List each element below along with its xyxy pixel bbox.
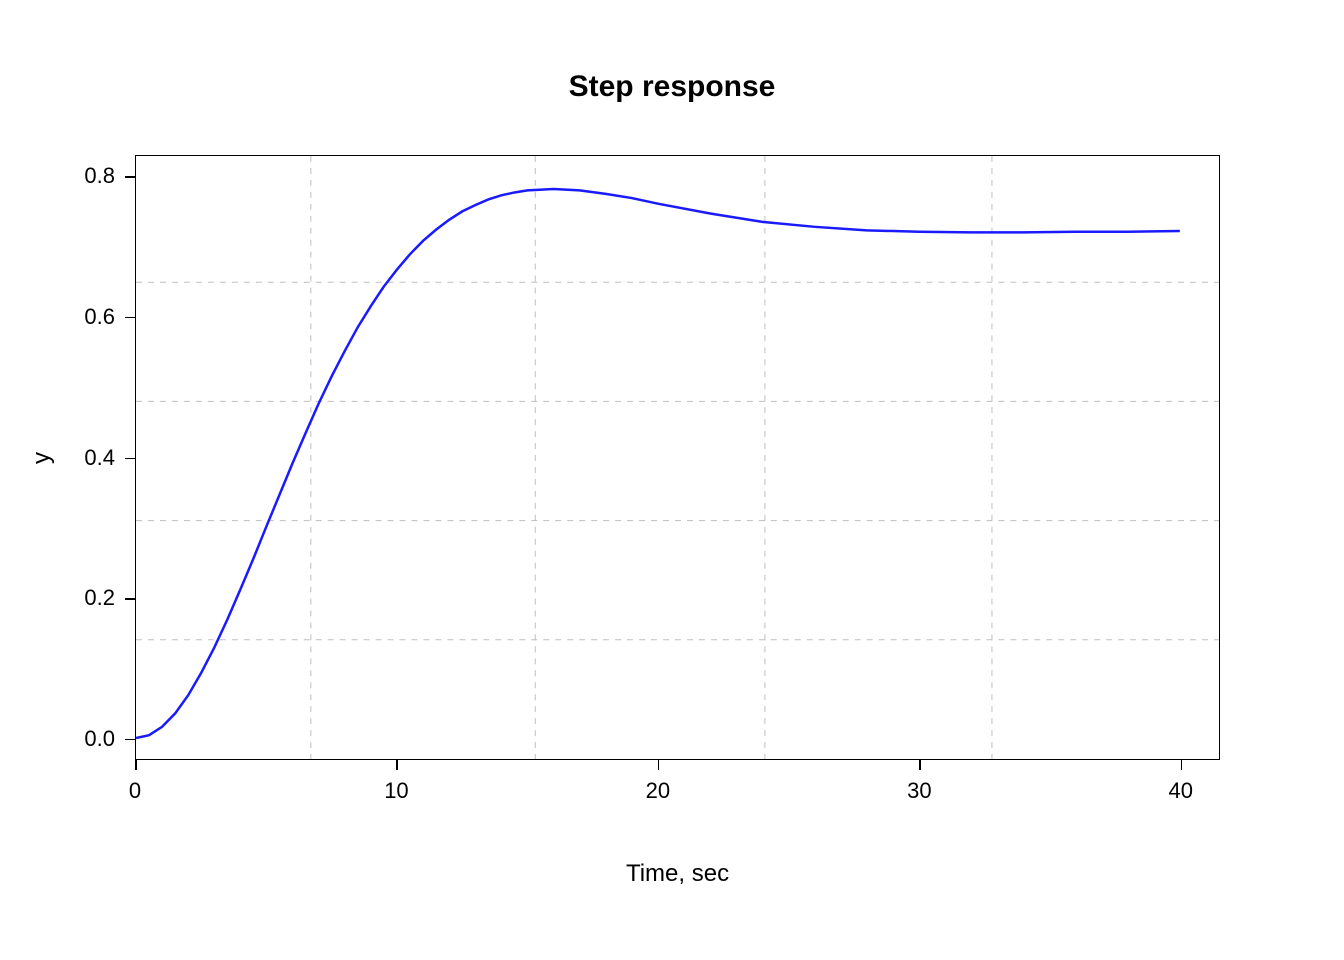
x-tick-label: 10	[384, 778, 408, 804]
chart-container: Step response y 0 10 20 30 40 0.0 0.2 0.4 0.6 0.…	[0, 0, 1344, 960]
x-tick-label: 20	[646, 778, 670, 804]
x-tick-label: 0	[129, 778, 141, 804]
x-tick-label: 40	[1169, 778, 1193, 804]
response-curve	[136, 189, 1180, 738]
y-tick-label: 0.8	[65, 163, 115, 189]
x-tick-mark	[135, 760, 137, 770]
plot-svg	[136, 156, 1219, 759]
x-tick-label: 30	[907, 778, 931, 804]
y-tick-label: 0.4	[65, 445, 115, 471]
grid	[136, 156, 1219, 759]
plot-area	[135, 155, 1220, 760]
x-tick-mark	[1181, 760, 1183, 770]
y-tick-label: 0.0	[65, 726, 115, 752]
chart-title: Step response	[0, 70, 1344, 104]
y-tick-mark	[125, 598, 135, 600]
x-tick-mark	[658, 760, 660, 770]
y-tick-label: 0.2	[65, 585, 115, 611]
y-tick-label: 0.6	[65, 304, 115, 330]
y-tick-mark	[125, 739, 135, 741]
y-tick-mark	[125, 176, 135, 178]
y-tick-mark	[125, 458, 135, 460]
y-axis-label: y	[30, 155, 54, 760]
x-tick-mark	[396, 760, 398, 770]
x-tick-mark	[919, 760, 921, 770]
y-tick-mark	[125, 317, 135, 319]
x-axis-label: Time, sec	[135, 860, 1220, 888]
